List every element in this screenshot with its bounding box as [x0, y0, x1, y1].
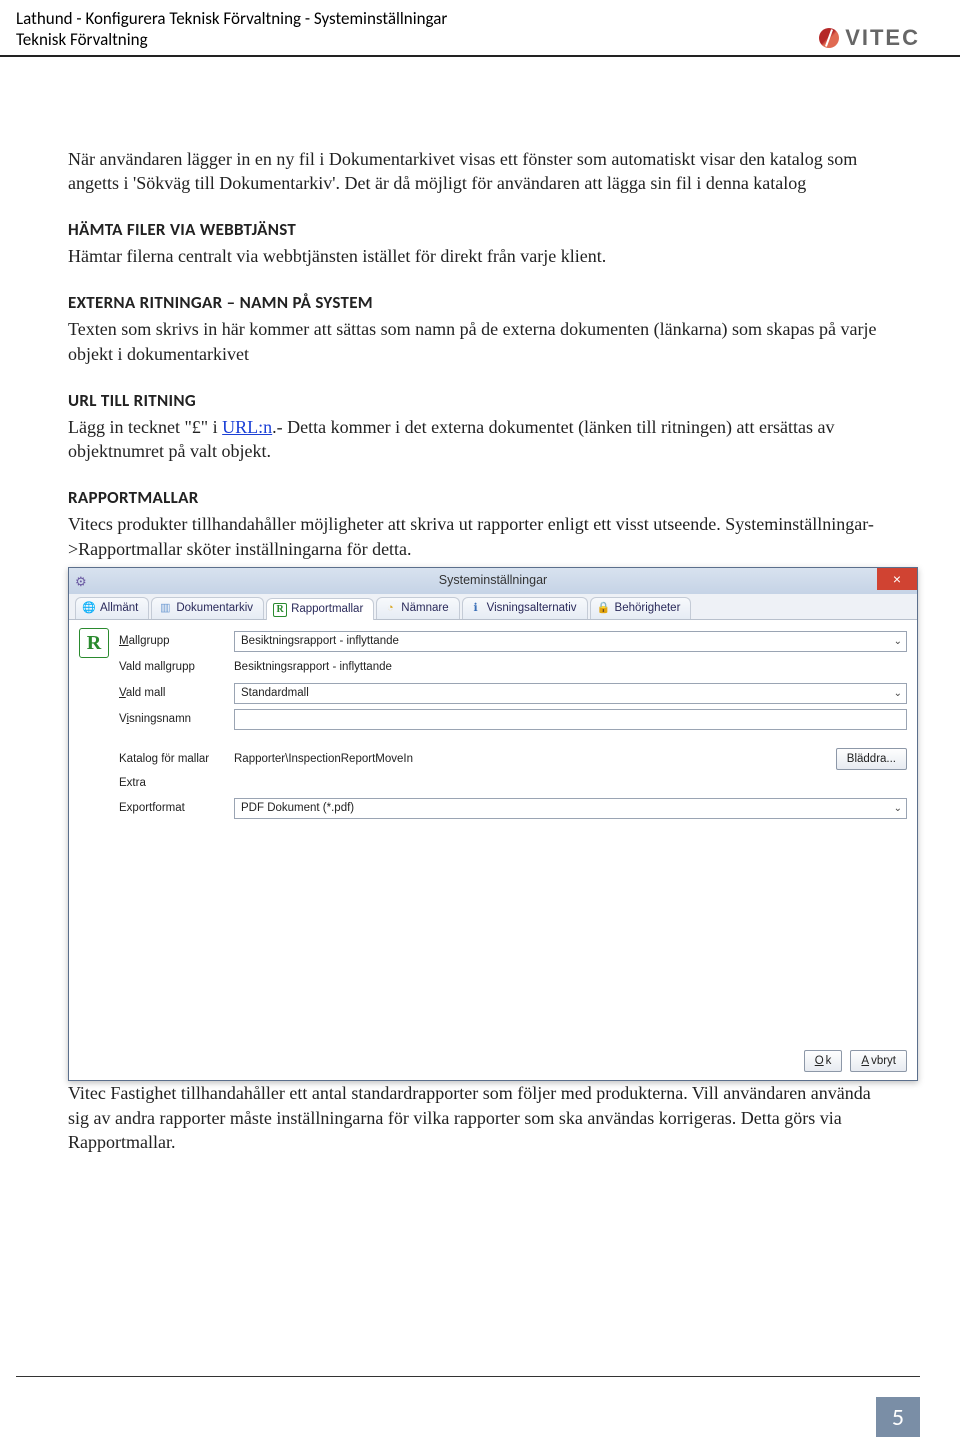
exportformat-dropdown[interactable]: PDF Dokument (*.pdf) ⌄ — [234, 798, 907, 819]
document-body: När användaren lägger in en ny fil i Dok… — [0, 57, 960, 1155]
brand-logo: VITEC — [819, 25, 920, 51]
mallgrupp-dropdown[interactable]: Besiktningsrapport - inflyttande ⌄ — [234, 631, 907, 652]
tab-label: Visningsalternativ — [487, 601, 577, 617]
browse-button[interactable]: Bläddra... — [836, 748, 907, 770]
page-header: Lathund - Konfigurera Teknisk Förvaltnin… — [0, 0, 960, 57]
cancel-button[interactable]: Avbryt — [850, 1050, 907, 1072]
eye-icon: ℹ — [469, 602, 483, 616]
brand-text: VITEC — [845, 25, 920, 51]
ok-button[interactable]: Ok — [804, 1050, 843, 1072]
denominator-icon: ◔ — [383, 602, 397, 616]
label-mallgrupp: Mallgrupp — [119, 634, 234, 650]
lock-icon: 🔒 — [597, 602, 611, 616]
paragraph-url-till-ritning: Lägg in tecknet "£" i URL:n.- Detta komm… — [68, 415, 892, 464]
doc-header-line1: Lathund - Konfigurera Teknisk Förvaltnin… — [16, 8, 447, 29]
doc-header-line2: Teknisk Förvaltning — [16, 29, 447, 50]
label-extra: Extra — [119, 772, 907, 796]
vald-mall-dropdown[interactable]: Standardmall ⌄ — [234, 683, 907, 704]
gear-icon: ⚙ — [75, 573, 87, 591]
paragraph-rapportmallar: Vitecs produkter tillhandahåller möjligh… — [68, 512, 892, 561]
label-katalog: Katalog för mallar — [119, 752, 234, 768]
vald-mallgrupp-value: Besiktningsrapport - inflyttande — [234, 660, 907, 676]
tab-label: Nämnare — [401, 601, 448, 617]
footer-rule — [16, 1376, 920, 1377]
window-titlebar[interactable]: ⚙ Systeminställningar × — [69, 568, 917, 594]
chevron-down-icon: ⌄ — [894, 687, 902, 701]
tab-label: Rapportmallar — [291, 602, 363, 618]
tab-allmant[interactable]: 🌐 Allmänt — [75, 597, 149, 620]
tab-rapportmallar[interactable]: R Rapportmallar — [266, 598, 374, 621]
paragraph-externa-ritningar: Texten som skrivs in här kommer att sätt… — [68, 317, 892, 366]
tab-label: Dokumentarkiv — [176, 601, 253, 617]
label-vald-mallgrupp: Vald mallgrupp — [119, 660, 234, 676]
page-number: 5 — [876, 1397, 920, 1437]
tab-label: Behörigheter — [615, 601, 681, 617]
close-icon: × — [893, 572, 901, 586]
tab-namnare[interactable]: ◔ Nämnare — [376, 597, 459, 620]
paragraph-hamta-filer: Hämtar filerna centralt via webbtjänsten… — [68, 244, 892, 268]
label-visningsnamn: Visningsnamn — [119, 712, 234, 728]
window-title: Systeminställningar — [439, 572, 547, 589]
outro-paragraph: Vitec Fastighet tillhandahåller ett anta… — [68, 1081, 892, 1154]
vald-mall-value: Standardmall — [241, 686, 309, 702]
intro-paragraph: När användaren lägger in en ny fil i Dok… — [68, 147, 892, 196]
window-tabs: 🌐 Allmänt ▥ Dokumentarkiv R Rapportmalla… — [69, 594, 917, 621]
url-link[interactable]: URL:n — [222, 417, 272, 437]
exportformat-value: PDF Dokument (*.pdf) — [241, 801, 354, 817]
tab-visningsalternativ[interactable]: ℹ Visningsalternativ — [462, 597, 588, 620]
tab-label: Allmänt — [100, 601, 138, 617]
report-R-icon: R — [273, 603, 287, 617]
report-R-icon-large: R — [79, 628, 109, 658]
katalog-value: Rapporter\InspectionReportMoveIn — [234, 752, 535, 768]
system-settings-window: ⚙ Systeminställningar × 🌐 Allmänt ▥ Doku… — [68, 567, 918, 1082]
tab-behorigheter[interactable]: 🔒 Behörigheter — [590, 597, 692, 620]
label-exportformat: Exportformat — [119, 801, 234, 817]
heading-url-till-ritning: URL TILL RITNING — [68, 390, 892, 413]
window-body: R Mallgrupp Besiktningsrapport - inflytt… — [69, 620, 917, 1080]
visningsnamn-input[interactable] — [234, 709, 907, 730]
mallgrupp-value: Besiktningsrapport - inflyttande — [241, 634, 399, 650]
tab-dokumentarkiv[interactable]: ▥ Dokumentarkiv — [151, 597, 264, 620]
chevron-down-icon: ⌄ — [894, 635, 902, 649]
globe-icon: 🌐 — [82, 602, 96, 616]
browse-button-label: Bläddra... — [847, 752, 896, 768]
vitec-logo-icon — [819, 28, 839, 48]
heading-hamta-filer: HÄMTA FILER VIA WEBBTJÄNST — [68, 219, 892, 242]
label-vald-mall: Vald mall — [119, 686, 234, 702]
url-text-pre: Lägg in tecknet "£" i — [68, 417, 222, 437]
chevron-down-icon: ⌄ — [894, 802, 902, 816]
window-close-button[interactable]: × — [877, 568, 917, 590]
heading-rapportmallar: RAPPORTMALLAR — [68, 487, 892, 510]
heading-externa-ritningar: EXTERNA RITNINGAR – NAMN PÅ SYSTEM — [68, 292, 892, 315]
folder-icon: ▥ — [158, 602, 172, 616]
